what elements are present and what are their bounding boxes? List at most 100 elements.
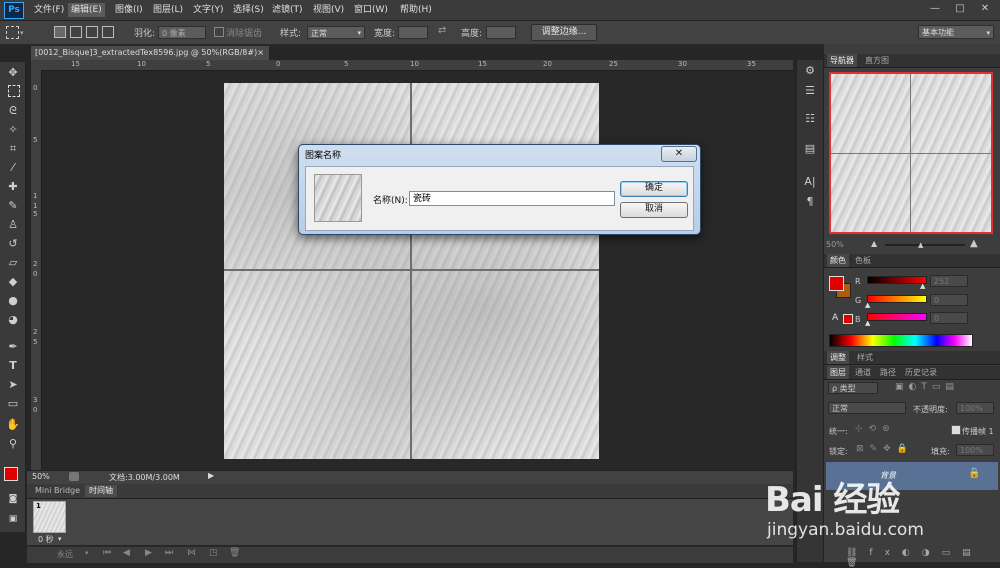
menu-type[interactable]: 文字(Y)	[190, 3, 227, 17]
color-spectrum[interactable]	[829, 334, 973, 347]
chevron-down-icon[interactable]: ▾	[58, 535, 62, 543]
dialog-close-button[interactable]: ✕	[661, 146, 697, 162]
r-slider[interactable]	[867, 276, 927, 284]
tab-styles[interactable]: 样式	[854, 351, 876, 364]
layer-kind-filter[interactable]: ρ 类型	[828, 382, 878, 394]
trash-icon[interactable]: 🗑	[229, 548, 240, 558]
paragraph-panel-icon[interactable]: ¶	[802, 195, 818, 209]
slider-handle-icon[interactable]: ▲	[865, 301, 870, 309]
menu-help[interactable]: 帮助(H)	[397, 3, 435, 17]
brush-panel-icon[interactable]: ☰	[802, 84, 818, 98]
pattern-name-input[interactable]: 瓷砖	[409, 191, 615, 206]
add-selection-icon[interactable]	[70, 26, 82, 38]
info-panel-icon[interactable]: ▤	[802, 142, 818, 156]
first-frame-icon[interactable]: ⏮	[103, 548, 111, 558]
menu-layer[interactable]: 图层(L)	[150, 3, 186, 17]
foreground-color-swatch[interactable]	[829, 276, 844, 291]
rectangle-tool-icon[interactable]: ▭	[6, 397, 20, 411]
tab-mini-bridge[interactable]: Mini Bridge	[31, 485, 84, 497]
width-input[interactable]	[398, 26, 428, 39]
tab-adjustments[interactable]: 调整	[827, 351, 849, 364]
pen-tool-icon[interactable]: ✒	[6, 340, 20, 354]
play-icon[interactable]: ▶	[145, 548, 152, 558]
minimize-button[interactable]: —	[924, 1, 946, 16]
layers-footer-icons[interactable]: ⛓fx◐◑▭▤🗑	[846, 548, 1000, 568]
swap-dimensions-icon[interactable]: ⇄	[438, 25, 446, 36]
prev-frame-icon[interactable]: ◀	[123, 548, 130, 558]
properties-panel-icon[interactable]: ☷	[802, 112, 818, 126]
tab-paths[interactable]: 路径	[877, 366, 899, 379]
workspace-select[interactable]: 基本功能 ▾	[918, 25, 994, 39]
tab-navigator[interactable]: 导航器	[827, 54, 857, 67]
ok-button[interactable]: 确定	[620, 181, 688, 197]
g-input[interactable]: 0	[930, 294, 968, 306]
menu-window[interactable]: 窗口(W)	[351, 3, 391, 17]
menu-edit[interactable]: 编辑(E)	[68, 3, 105, 17]
maximize-button[interactable]: □	[949, 1, 971, 16]
close-tab-icon[interactable]: ×	[257, 46, 264, 60]
history-panel-icon[interactable]: ⚙	[802, 64, 818, 78]
style-select[interactable]: 正常 ▾	[307, 26, 365, 39]
screen-mode-icon[interactable]: ▣	[6, 512, 20, 526]
unify-icons[interactable]: ⊹⟲⊛	[855, 424, 896, 434]
loop-select[interactable]: 永远	[57, 549, 73, 560]
lasso-tool-icon[interactable]: ᘓ	[6, 104, 20, 118]
gamut-swatch[interactable]	[843, 314, 853, 324]
chevron-down-icon[interactable]: ▾	[85, 549, 89, 557]
gamut-warning-icon[interactable]: A	[832, 313, 838, 323]
opacity-input[interactable]: 100%	[956, 402, 994, 414]
eraser-tool-icon[interactable]: ▱	[6, 256, 20, 270]
tween-icon[interactable]: ⋈	[187, 548, 196, 558]
propagate-checkbox[interactable]	[951, 425, 961, 435]
antialias-checkbox[interactable]	[214, 27, 224, 37]
eyedropper-tool-icon[interactable]: ⁄	[6, 161, 20, 175]
refine-edge-button[interactable]: 调整边缘...	[531, 24, 597, 41]
tab-history[interactable]: 历史记录	[902, 366, 940, 379]
menu-file[interactable]: 文件(F)	[31, 3, 67, 17]
history-brush-tool-icon[interactable]: ↺	[6, 237, 20, 251]
status-icon[interactable]	[69, 472, 79, 481]
tab-color[interactable]: 颜色	[827, 254, 849, 267]
menu-image[interactable]: 图像(I)	[112, 3, 146, 17]
hand-tool-icon[interactable]: ✋	[6, 418, 20, 432]
blur-tool-icon[interactable]: ●	[6, 294, 20, 308]
zoom-tool-icon[interactable]: ⚲	[6, 437, 20, 451]
paint-bucket-tool-icon[interactable]: ◆	[6, 275, 20, 289]
move-tool-icon[interactable]: ✥	[6, 66, 20, 80]
marquee-tool-icon[interactable]	[8, 85, 20, 97]
tile-image[interactable]	[224, 83, 599, 459]
duplicate-frame-icon[interactable]: ◳	[209, 548, 218, 558]
tab-swatches[interactable]: 色板	[852, 254, 874, 267]
animation-frame[interactable]: 1	[33, 501, 66, 533]
zoom-out-icon[interactable]: ▲	[871, 239, 877, 248]
path-selection-tool-icon[interactable]: ➤	[6, 378, 20, 392]
brush-tool-icon[interactable]: ✎	[6, 199, 20, 213]
g-slider[interactable]	[867, 295, 927, 303]
menu-filter[interactable]: 滤镜(T)	[269, 3, 306, 17]
slider-handle-icon[interactable]: ▲	[920, 282, 925, 290]
menu-view[interactable]: 视图(V)	[310, 3, 347, 17]
character-panel-icon[interactable]: A|	[802, 175, 818, 189]
tab-layers[interactable]: 图层	[827, 366, 849, 379]
healing-brush-tool-icon[interactable]: ✚	[6, 180, 20, 194]
close-window-button[interactable]: ✕	[974, 1, 996, 16]
chevron-down-icon[interactable]: ▾	[20, 29, 24, 37]
navigator-zoom[interactable]: 50%	[826, 240, 844, 249]
tab-timeline[interactable]: 时间轴	[85, 485, 117, 497]
document-tab[interactable]: [0012_Bisque]3_extractedTex8596.jpg @ 50…	[31, 46, 269, 60]
foreground-color-swatch[interactable]	[4, 467, 18, 481]
blend-mode-select[interactable]: 正常	[828, 402, 906, 414]
intersect-selection-icon[interactable]	[102, 26, 114, 38]
type-tool-icon[interactable]: T	[6, 359, 20, 373]
cancel-button[interactable]: 取消	[620, 202, 688, 218]
layer-filter-icons[interactable]: ▣◐T▭▤	[895, 382, 959, 392]
b-slider[interactable]	[867, 313, 927, 321]
slider-handle-icon[interactable]: ▲	[918, 241, 923, 249]
subtract-selection-icon[interactable]	[86, 26, 98, 38]
zoom-level[interactable]: 50%	[32, 472, 50, 481]
dodge-tool-icon[interactable]: ◕	[6, 313, 20, 327]
b-input[interactable]: 0	[930, 312, 968, 324]
stamp-tool-icon[interactable]: ♙	[6, 218, 20, 232]
zoom-in-icon[interactable]: ▲	[970, 238, 978, 249]
frame-delay[interactable]: 0 秒	[38, 534, 54, 545]
